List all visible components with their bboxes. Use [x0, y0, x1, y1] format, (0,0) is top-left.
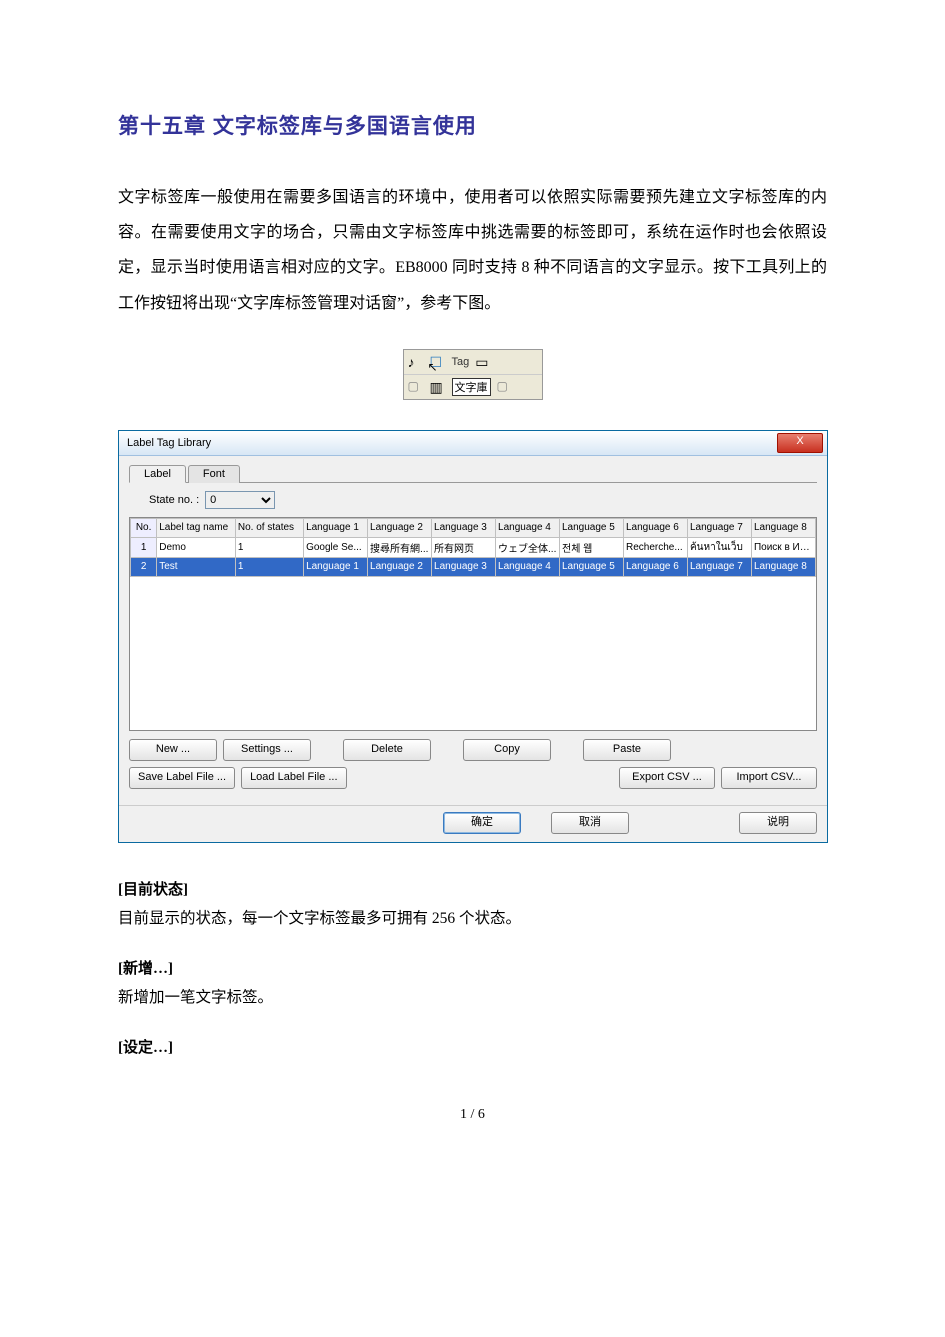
chapter-title: 第十五章 文字标签库与多国语言使用	[118, 110, 827, 140]
col-lang6: Language 6	[623, 518, 687, 537]
load-label-file-button[interactable]: Load Label File ...	[241, 767, 346, 789]
state-no-select[interactable]: 0	[205, 491, 275, 509]
cell-states: 1	[235, 557, 303, 576]
delete-button[interactable]: Delete	[343, 739, 431, 761]
intro-paragraph: 文字标签库一般使用在需要多国语言的环境中，使用者可以依照实际需要预先建立文字标签…	[118, 180, 827, 321]
page-number: 1 / 6	[118, 1107, 827, 1123]
grid-header-row: No. Label tag name No. of states Languag…	[131, 518, 816, 537]
cell-l1: Language 1	[304, 557, 368, 576]
new-button[interactable]: New ...	[129, 739, 217, 761]
cell-l6: Language 6	[623, 557, 687, 576]
label-tag-library-dialog: Label Tag Library X Label Font State no.…	[118, 430, 828, 843]
col-name: Label tag name	[157, 518, 236, 537]
section-new-text: 新增加一笔文字标签。	[118, 984, 827, 1012]
form-icon[interactable]	[430, 354, 446, 370]
section-current-state-text: 目前显示的状态，每一个文字标签最多可拥有 256 个状态。	[118, 905, 827, 933]
table-row[interactable]: 1 Demo 1 Google Se... 搜尋所有網... 所有网页 ウェブ全…	[131, 537, 816, 557]
dialog-title: Label Tag Library	[127, 437, 211, 449]
cell-l8: Поиск в Ин...	[751, 537, 815, 557]
toolbar-tag-label: Tag	[452, 356, 470, 368]
cell-l3: Language 3	[432, 557, 496, 576]
cell-l1: Google Se...	[304, 537, 368, 557]
col-lang8: Language 8	[751, 518, 815, 537]
label-grid[interactable]: No. Label tag name No. of states Languag…	[129, 517, 817, 731]
col-states: No. of states	[235, 518, 303, 537]
cell-l8: Language 8	[751, 557, 815, 576]
toolbar-tooltip: 文字庫	[452, 378, 491, 396]
col-lang5: Language 5	[560, 518, 624, 537]
table-row[interactable]: 2 Test 1 Language 1 Language 2 Language …	[131, 557, 816, 576]
cell-l5: Language 5	[560, 557, 624, 576]
form2-icon	[475, 354, 491, 370]
section-settings-heading: [设定…]	[118, 1036, 827, 1057]
save-label-file-button[interactable]: Save Label File ...	[129, 767, 235, 789]
col-lang2: Language 2	[368, 518, 432, 537]
cell-no: 2	[131, 557, 157, 576]
cell-l7: ค้นหาในเว็บ	[687, 537, 751, 557]
section-new-heading: [新增…]	[118, 957, 827, 978]
col-lang7: Language 7	[687, 518, 751, 537]
strip-icon	[430, 379, 446, 395]
section-current-state-heading: [目前状态]	[118, 878, 827, 899]
import-csv-button[interactable]: Import CSV...	[721, 767, 817, 789]
small-icon	[408, 379, 424, 395]
col-lang4: Language 4	[496, 518, 560, 537]
cell-no: 1	[131, 537, 157, 557]
close-button[interactable]: X	[777, 433, 823, 453]
tab-strip: Label Font	[129, 464, 817, 483]
copy-button[interactable]: Copy	[463, 739, 551, 761]
help-button[interactable]: 说明	[739, 812, 817, 834]
cell-l4: ウェブ全体...	[496, 537, 560, 557]
settings-button[interactable]: Settings ...	[223, 739, 311, 761]
cell-states: 1	[235, 537, 303, 557]
cell-l2: Language 2	[368, 557, 432, 576]
col-lang1: Language 1	[304, 518, 368, 537]
col-no: No.	[131, 518, 157, 537]
tab-label[interactable]: Label	[129, 465, 186, 483]
toolbar-illustration: Tag 文字庫	[403, 349, 543, 400]
cell-l7: Language 7	[687, 557, 751, 576]
cancel-button[interactable]: 取消	[551, 812, 629, 834]
col-lang3: Language 3	[432, 518, 496, 537]
tab-font[interactable]: Font	[188, 465, 240, 483]
small-icon-2	[497, 379, 513, 395]
cell-l2: 搜尋所有網...	[368, 537, 432, 557]
cell-name: Test	[157, 557, 236, 576]
ok-button[interactable]: 确定	[443, 812, 521, 834]
export-csv-button[interactable]: Export CSV ...	[619, 767, 715, 789]
cell-l5: 전체 웹	[560, 537, 624, 557]
cell-l4: Language 4	[496, 557, 560, 576]
cell-name: Demo	[157, 537, 236, 557]
note-icon	[408, 354, 424, 370]
cell-l3: 所有网页	[432, 537, 496, 557]
paste-button[interactable]: Paste	[583, 739, 671, 761]
cell-l6: Recherche...	[623, 537, 687, 557]
state-no-label: State no. :	[149, 494, 199, 506]
dialog-titlebar: Label Tag Library X	[119, 431, 827, 456]
